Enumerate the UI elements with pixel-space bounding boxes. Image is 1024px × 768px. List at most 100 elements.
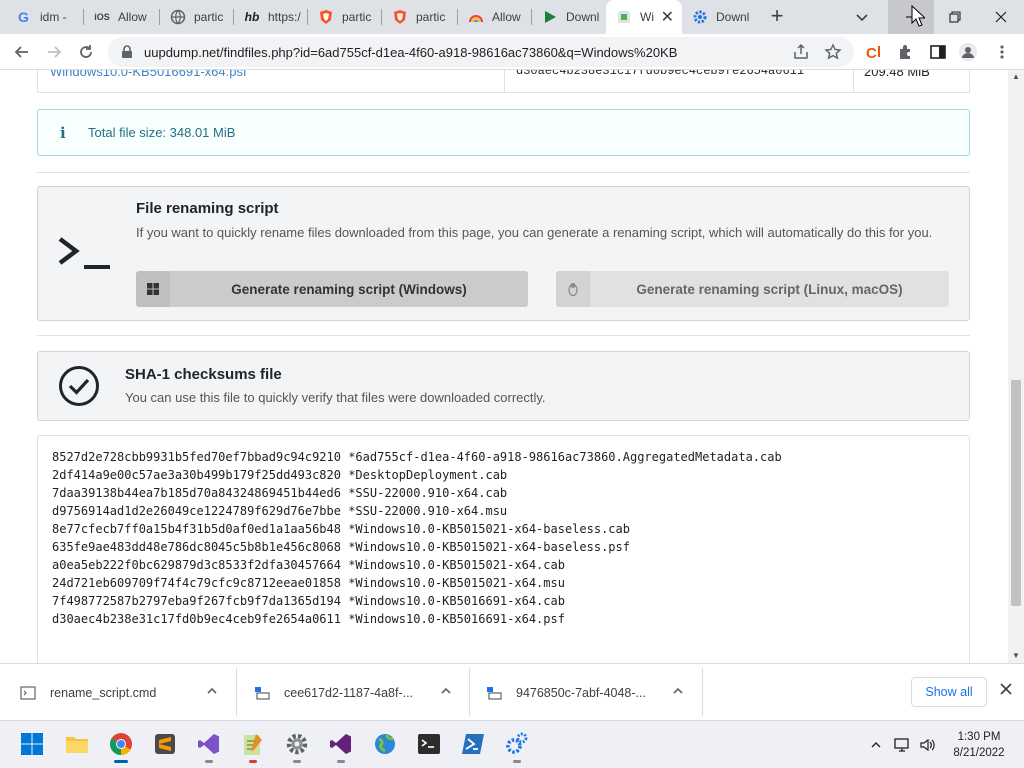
page-content: Windows10.0-KB5016691-x64.psf d30aec4b23… (0, 70, 1008, 663)
check-circle-icon (59, 366, 99, 406)
windows-logo-icon (136, 271, 170, 307)
new-tab-button[interactable]: + (766, 5, 788, 28)
powershell-icon[interactable] (460, 731, 486, 757)
reload-button[interactable] (74, 40, 98, 64)
scroll-down-arrow-icon[interactable]: ▼ (1008, 649, 1024, 663)
tab-idm[interactable]: G idm - (6, 5, 84, 29)
notepad-icon[interactable] (240, 731, 266, 763)
download-separator (702, 668, 703, 716)
profile-avatar-icon[interactable] (958, 42, 978, 62)
tab-title: partic (342, 10, 372, 24)
terminal-app-icon[interactable] (416, 731, 442, 757)
total-size-text: Total file size: 348.01 MiB (88, 125, 236, 140)
tab-search-chevron-icon[interactable] (852, 7, 872, 27)
tab-partic-2[interactable]: partic (308, 5, 382, 29)
settings-gears-icon[interactable] (504, 731, 530, 763)
checksums-section-title: SHA-1 checksums file (125, 366, 282, 383)
download-filename: 9476850c-7abf-4048-... (516, 685, 646, 700)
page-scrollbar[interactable]: ▲ ▼ (1008, 70, 1024, 663)
file-sha1: d30aec4b238e31c17fd0b9ec4ceb9fe2654a0611 (516, 70, 805, 78)
volume-speaker-icon[interactable] (918, 735, 938, 755)
tab-allow-1[interactable]: iOS Allow (84, 5, 160, 29)
svg-text:C: C (866, 45, 877, 61)
cell-divider (504, 70, 505, 93)
tab-download-2[interactable]: Downl (682, 5, 756, 29)
tab-strip: G idm - iOS Allow partic hb https:/ part… (0, 0, 1024, 34)
rename-section-title: File renaming script (136, 200, 279, 217)
sublime-text-icon[interactable] (152, 731, 178, 757)
start-windows-icon[interactable] (19, 731, 45, 757)
forward-arrow-icon (48, 46, 62, 58)
tab-https[interactable]: hb https:/ (234, 5, 308, 29)
visual-studio-icon[interactable] (196, 731, 222, 763)
tab-title: Allow (118, 10, 147, 24)
settings-gear-icon[interactable] (284, 731, 310, 763)
taskbar-active-indicator (114, 760, 128, 763)
sidepanel-icon[interactable] (928, 42, 948, 62)
tab-download-1[interactable]: Downl (532, 5, 606, 29)
checksum-line: 7daa39138b44ea7b185d70a84324869451b44ed6… (52, 486, 508, 500)
checksums-section-description: You can use this file to quickly verify … (125, 390, 546, 405)
lock-icon (122, 45, 132, 58)
url-text: uupdump.net/findfiles.php?id=6ad755cf-d1… (144, 44, 678, 60)
close-shelf-icon[interactable] (998, 683, 1014, 699)
system-clock[interactable]: 1:30 PM 8/21/2022 (944, 729, 1014, 761)
download-filename: rename_script.cmd (50, 685, 157, 700)
scrollbar-thumb[interactable] (1011, 380, 1021, 606)
network-globe-icon[interactable] (372, 731, 398, 757)
restore-button[interactable] (932, 0, 978, 34)
tab-title: partic (416, 10, 446, 24)
clock-time: 1:30 PM (957, 731, 1001, 743)
checksum-line: 635fe9ae483dd48e786dc8045c5b8b1e456c8068… (52, 540, 630, 554)
visual-studio-2-icon[interactable] (328, 731, 354, 763)
show-all-downloads-button[interactable]: Show all (911, 677, 987, 707)
gear-icon (692, 9, 708, 25)
checksums-section: SHA-1 checksums file You can use this fi… (37, 351, 970, 421)
bookmark-star-icon[interactable] (824, 43, 842, 61)
brave-shield-icon (392, 9, 408, 25)
terminal-icon (58, 237, 110, 269)
generate-linux-script-button[interactable]: Generate renaming script (Linux, macOS) (556, 271, 949, 307)
close-window-button[interactable] (978, 0, 1024, 34)
chrome-icon[interactable] (108, 731, 134, 763)
download-item[interactable]: cee617d2-1187-4a8f-... (254, 664, 464, 721)
file-table-row: Windows10.0-KB5016691-x64.psf d30aec4b23… (37, 70, 970, 93)
brave-shield-icon (318, 9, 334, 25)
tray-chevron-up-icon[interactable] (866, 735, 886, 755)
file-name-link[interactable]: Windows10.0-KB5016691-x64.psf (50, 70, 490, 93)
extensions-puzzle-icon[interactable] (896, 42, 916, 62)
play-icon (542, 9, 558, 25)
tab-partic-3[interactable]: partic (382, 5, 458, 29)
extension-c-icon[interactable]: C (864, 42, 884, 62)
checksum-line: a0ea5eb222f0bc629879d3c8533f2dfa30457664… (52, 558, 565, 572)
tab-windows-active[interactable]: Wi ✕ (606, 0, 682, 34)
network-status-icon[interactable] (892, 735, 912, 755)
rainbow-icon (468, 9, 484, 25)
share-icon[interactable] (792, 43, 810, 61)
checksum-line: d9756914ad1d2e26049ce1224789f629d76e7bbe… (52, 504, 508, 518)
download-separator (469, 668, 470, 716)
checksum-line: d30aec4b238e31c17fd0b9ec4ceb9fe2654a0611… (52, 612, 565, 626)
svg-text:G: G (18, 9, 29, 25)
generate-windows-script-button[interactable]: Generate renaming script (Windows) (136, 271, 528, 307)
taskbar-running-indicator (293, 760, 301, 763)
download-item[interactable]: rename_script.cmd (20, 664, 230, 721)
back-button[interactable] (10, 40, 34, 64)
tab-allow-2[interactable]: Allow (458, 5, 532, 29)
rename-section-description: If you want to quickly rename files down… (136, 225, 933, 240)
generate-linux-script-label: Generate renaming script (Linux, macOS) (636, 281, 903, 297)
address-bar[interactable]: uupdump.net/findfiles.php?id=6ad755cf-d1… (108, 37, 854, 67)
download-chevron-up-icon[interactable] (672, 685, 684, 700)
scroll-up-arrow-icon[interactable]: ▲ (1008, 70, 1024, 84)
chrome-menu-icon[interactable] (992, 42, 1012, 62)
file-explorer-icon[interactable] (64, 731, 90, 757)
download-chevron-up-icon[interactable] (440, 685, 452, 700)
forward-button[interactable] (42, 40, 66, 64)
cmd-file-icon (20, 685, 36, 700)
download-item[interactable]: 9476850c-7abf-4048-... (486, 664, 696, 721)
tab-partic-1[interactable]: partic (160, 5, 234, 29)
google-icon: G (16, 9, 32, 25)
checksums-code-block: 8527d2e728cbb9931b5fed70ef7bbad9c94c9210… (37, 435, 970, 663)
tab-close-icon[interactable]: ✕ (661, 7, 674, 27)
download-chevron-up-icon[interactable] (206, 685, 218, 700)
